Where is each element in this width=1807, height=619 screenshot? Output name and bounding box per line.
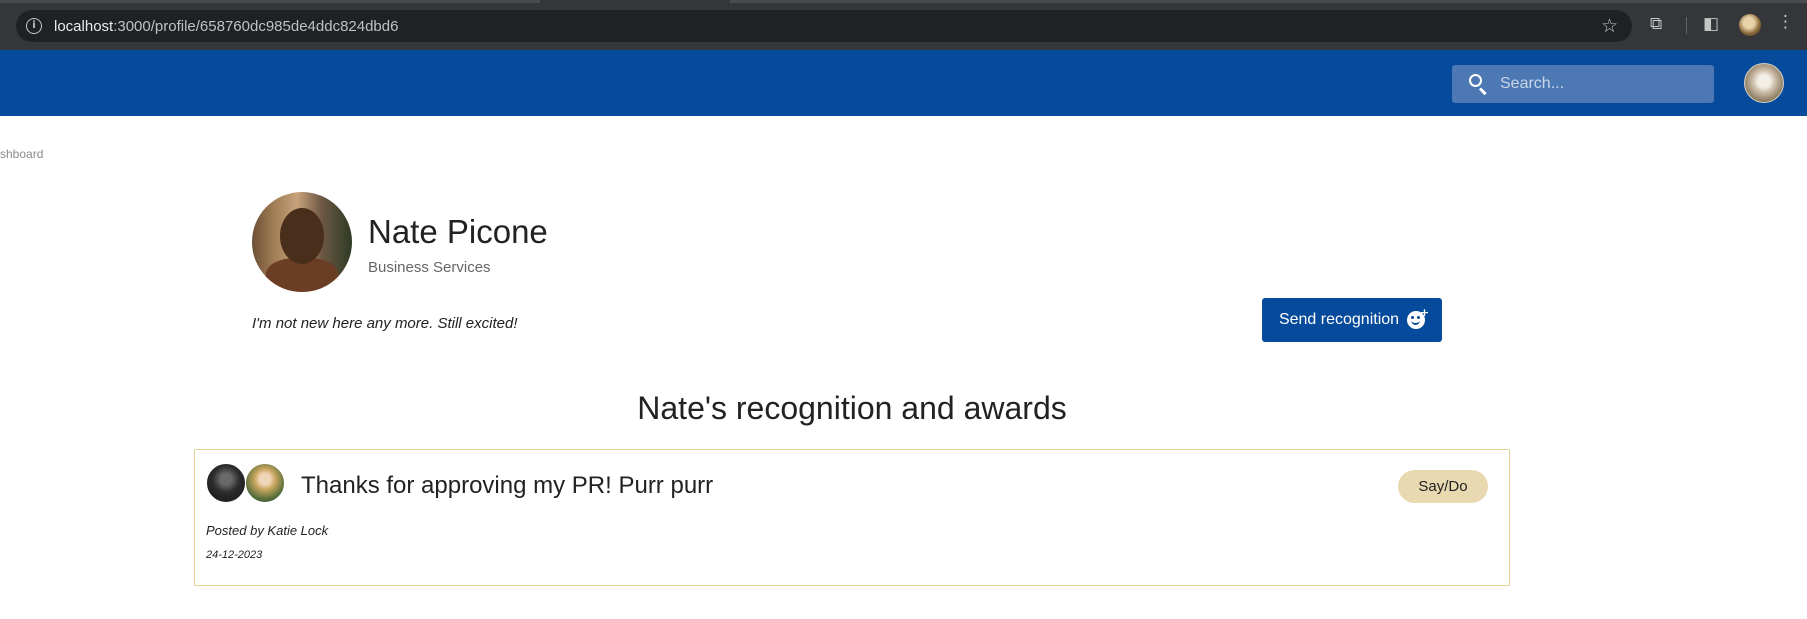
app-header	[0, 50, 1807, 116]
value-badge: Say/Do	[1398, 470, 1488, 503]
profile-icon[interactable]	[1739, 14, 1761, 36]
user-avatar[interactable]	[1744, 63, 1784, 103]
tab-strip	[0, 0, 540, 3]
url-text[interactable]: localhost:3000/profile/658760dc985de4ddc…	[54, 18, 398, 35]
recognition-date: 24-12-2023	[206, 549, 263, 561]
profile-department: Business Services	[368, 259, 491, 276]
profile-tagline: I'm not new here any more. Still excited…	[252, 315, 518, 332]
send-recognition-label: Send recognition	[1278, 311, 1400, 328]
address-bar[interactable]: i localhost:3000/profile/658760dc985de4d…	[16, 10, 1632, 42]
recognition-section-title: Nate's recognition and awards	[637, 390, 1067, 426]
recipient-avatar	[206, 463, 246, 503]
posted-by: Posted by Katie Lock	[206, 523, 329, 538]
breadcrumb-dashboard-link[interactable]: shboard	[0, 147, 43, 161]
toolbar-divider	[1686, 17, 1687, 34]
search-box[interactable]	[1452, 65, 1714, 103]
side-panel-icon[interactable]: ◧	[1703, 14, 1719, 34]
search-input[interactable]	[1500, 69, 1700, 99]
tab-strip	[730, 0, 1807, 3]
more-icon[interactable]: ⋮	[1777, 12, 1794, 32]
sender-avatar	[245, 463, 285, 503]
star-icon[interactable]: ☆	[1601, 15, 1618, 37]
recognition-message: Thanks for approving my PR! Purr purr	[301, 472, 714, 499]
extensions-icon[interactable]: ⧉	[1650, 14, 1662, 34]
browser-toolbar: i localhost:3000/profile/658760dc985de4d…	[0, 0, 1807, 50]
profile-avatar	[252, 192, 352, 292]
send-recognition-button[interactable]: Send recognition +	[1262, 298, 1442, 342]
info-icon[interactable]: i	[26, 18, 42, 34]
profile-name: Nate Picone	[368, 213, 548, 250]
recognition-card[interactable]: Thanks for approving my PR! Purr purr Sa…	[194, 449, 1510, 586]
smile-plus-icon: +	[1407, 306, 1429, 329]
search-icon	[1468, 73, 1490, 96]
